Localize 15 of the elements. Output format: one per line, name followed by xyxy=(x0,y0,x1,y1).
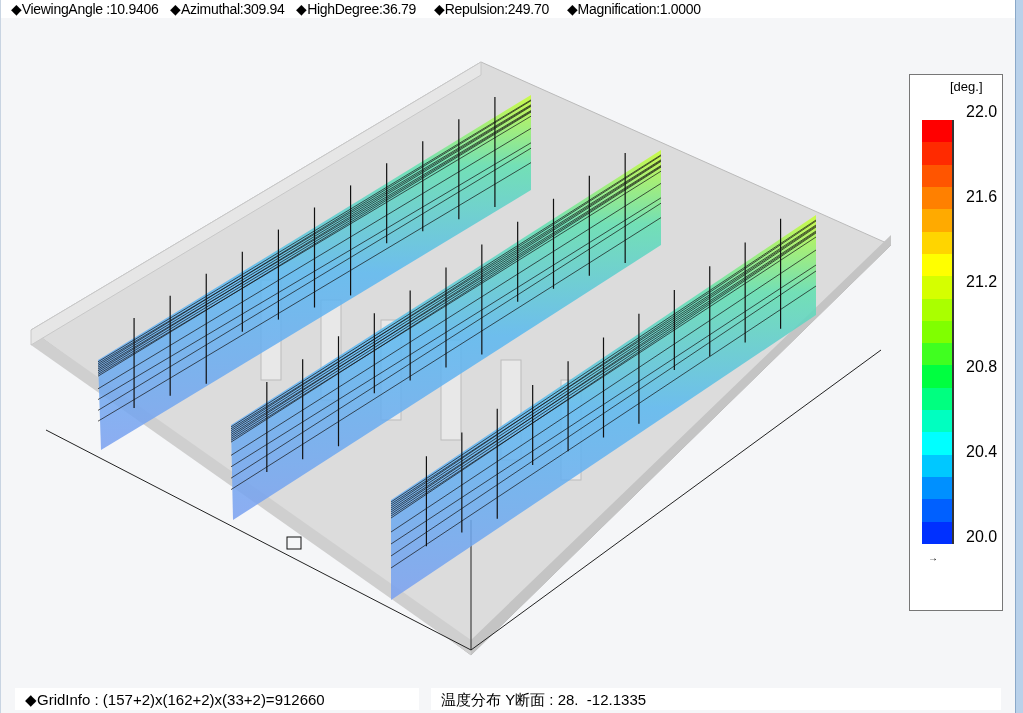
scale-tick-label: 22.0 xyxy=(966,103,998,121)
scale-tick-label: 20.4 xyxy=(966,443,998,461)
section-info-text: 温度分布 Y断面 : 28. -12.1335 xyxy=(441,691,647,708)
scale-tick-label: 21.6 xyxy=(966,188,998,206)
view-parameter: ◆ViewingAngle :10.9406 xyxy=(11,1,159,17)
scale-tick-label: 20.0 xyxy=(966,528,998,546)
view-parameter: ◆Azimuthal:309.94 xyxy=(170,1,285,17)
scale-tick-label: 21.2 xyxy=(966,273,998,291)
scale-marker: → xyxy=(928,552,938,563)
view-parameter: ◆Repulsion:249.70 xyxy=(434,1,549,17)
grid-info-text: ◆GridInfo : (157+2)x(162+2)x(33+2)=912660 xyxy=(25,691,325,708)
view-parameter: ◆Magnification:1.0000 xyxy=(566,1,701,17)
scale-tick-label: 20.8 xyxy=(966,358,998,376)
view-parameter: ◆HighDegree:36.79 xyxy=(296,1,416,17)
unit-label: [deg.] xyxy=(950,79,983,94)
